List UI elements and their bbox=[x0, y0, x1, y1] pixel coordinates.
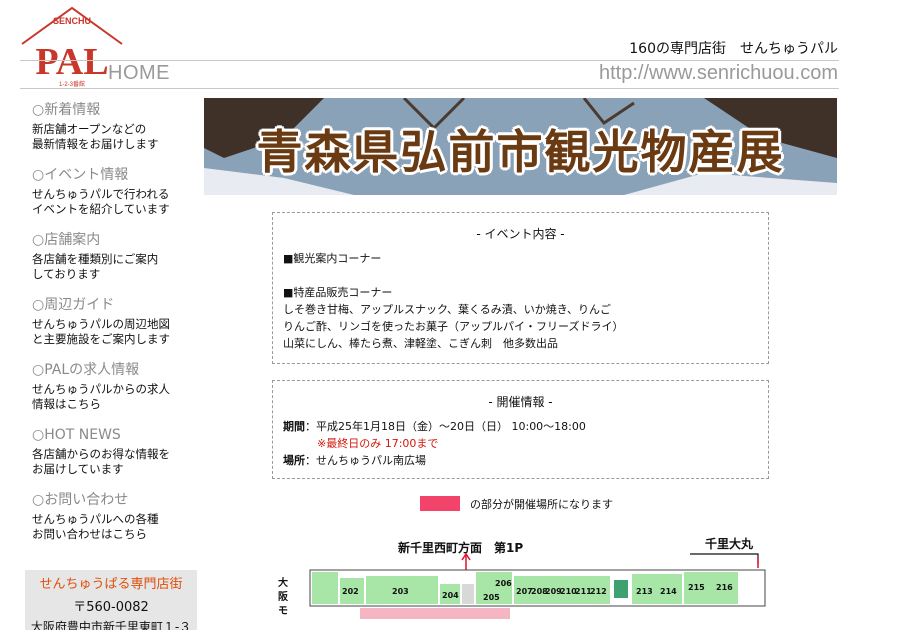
map-top-label: 新千里西町方面 第1P bbox=[398, 540, 523, 555]
sidebar-item-desc: せんちゅうパルの周辺地図 bbox=[32, 317, 170, 331]
map-left-label: 大 bbox=[278, 576, 288, 589]
period-label: 期間 bbox=[283, 420, 305, 433]
sidebar-item-events[interactable]: ○イベント情報 せんちゅうパルで行われる イベントを紹介しています bbox=[32, 166, 200, 217]
map-boundary-line bbox=[690, 553, 759, 564]
event-line-3: しそ巻き甘梅、アップルスナック、葉くるみ漬、いか焼き、りんご bbox=[283, 303, 612, 316]
shop-number: 205 bbox=[483, 593, 500, 602]
sidebar-item-desc: しております bbox=[32, 267, 101, 281]
shop-number: 213 bbox=[636, 587, 653, 596]
sidebar-item-desc: と主要施設をご案内します bbox=[32, 332, 170, 346]
map-restroom bbox=[312, 572, 338, 604]
site-tagline: 160の専門店街 せんちゅうパル bbox=[629, 41, 838, 57]
sidebar-item-title[interactable]: ○新着情報 bbox=[32, 101, 200, 119]
sidebar-item-desc: 最新情報をお届けします bbox=[32, 137, 159, 151]
schedule-box: - 開催情報 - 期間：平成25年1月18日（金）～20日（日） 10:00～1… bbox=[272, 380, 769, 479]
sidebar-item-title[interactable]: ○周辺ガイド bbox=[32, 296, 200, 314]
sidebar-item-desc: せんちゅうパルへの各種 bbox=[32, 512, 159, 526]
sidebar-item-contact[interactable]: ○お問い合わせ せんちゅうパルへの各種 お問い合わせはこちら bbox=[32, 491, 200, 542]
sidebar-item-news[interactable]: ○新着情報 新店舗オープンなどの 最新情報をお届けします bbox=[32, 101, 200, 152]
event-banner: 青森県弘前市観光物産展 bbox=[204, 98, 837, 195]
address-title: せんちゅうぱる専門店街 bbox=[39, 577, 183, 592]
event-line-1: ■観光案内コーナー bbox=[283, 252, 382, 265]
logo-text: PAL bbox=[35, 41, 108, 83]
shop-number: 212 bbox=[590, 587, 607, 596]
place-label: 場所 bbox=[283, 454, 305, 467]
shop-number: 216 bbox=[716, 583, 733, 592]
logo-arc-text: SENCHU bbox=[53, 16, 91, 26]
sidebar-item-desc: 新店舗オープンなどの bbox=[32, 122, 147, 136]
sidebar-item-desc: お届けしています bbox=[32, 462, 124, 476]
venue-color-swatch bbox=[420, 496, 460, 511]
sidebar-item-hot-news[interactable]: ○HOT NEWS 各店舗からのお得な情報を お届けしています bbox=[32, 426, 200, 477]
shop-number: 214 bbox=[660, 587, 677, 596]
address-box: せんちゅうぱる専門店街 〒560-0082 大阪府豊中市新千里東町１-３ bbox=[25, 570, 197, 630]
venue-legend: の部分が開催場所になります bbox=[420, 495, 613, 513]
shop-number: 204 bbox=[442, 591, 459, 600]
event-line-4: りんご酢、リンゴを使ったお菓子（アップルパイ・フリーズドライ） bbox=[283, 320, 624, 333]
shop-number: 203 bbox=[392, 587, 409, 596]
map-stairs bbox=[462, 584, 474, 604]
period-value: ：平成25年1月18日（金）～20日（日） 10:00～18:00 bbox=[305, 420, 586, 433]
map-venue-area bbox=[360, 608, 510, 619]
sidebar-item-desc: 情報はこちら bbox=[32, 397, 101, 411]
map-left-label: 阪 bbox=[278, 590, 289, 603]
shop-number: 206 bbox=[495, 579, 512, 588]
sidebar-item-desc: 各店舗からのお得な情報を bbox=[32, 447, 170, 461]
map-right-label: 千里大丸 bbox=[705, 536, 754, 551]
home-link[interactable]: HOME bbox=[108, 62, 170, 85]
event-box-title: - イベント内容 - bbox=[476, 227, 565, 241]
sidebar-item-desc: お問い合わせはこちら bbox=[32, 527, 147, 541]
period-note: ※最終日のみ 17:00まで bbox=[317, 437, 439, 450]
sidebar-item-title[interactable]: ○店舗案内 bbox=[32, 231, 200, 249]
banner-title: 青森県弘前市観光物産展 bbox=[256, 125, 785, 179]
sidebar-item-desc: せんちゅうパルで行われる bbox=[32, 187, 170, 201]
header-divider-bottom bbox=[20, 88, 839, 89]
sidebar-item-guide[interactable]: ○周辺ガイド せんちゅうパルの周辺地図 と主要施設をご案内します bbox=[32, 296, 200, 347]
sidebar-item-title[interactable]: ○PALの求人情報 bbox=[32, 361, 200, 379]
sidebar-item-shops[interactable]: ○店舗案内 各店舗を種類別にご案内 しております bbox=[32, 231, 200, 282]
sidebar-item-desc: イベントを紹介しています bbox=[32, 202, 170, 216]
sidebar-item-title[interactable]: ○イベント情報 bbox=[32, 166, 200, 184]
place-value: ：せんちゅうパル南広場 bbox=[305, 454, 426, 467]
event-line-2: ■特産品販売コーナー bbox=[283, 286, 393, 299]
address-line: 大阪府豊中市新千里東町１-３ bbox=[30, 620, 192, 630]
sidebar-item-title[interactable]: ○お問い合わせ bbox=[32, 491, 200, 509]
sidebar-item-jobs[interactable]: ○PALの求人情報 せんちゅうパルからの求人 情報はこちら bbox=[32, 361, 200, 412]
event-content-box: - イベント内容 - ■観光案内コーナー ■特産品販売コーナー しそ巻き甘梅、ア… bbox=[272, 212, 769, 364]
map-left-label: モ bbox=[278, 606, 288, 617]
event-line-5: 山菜にしん、棒たら煮、津軽塗、こぎん刺 他多数出品 bbox=[283, 337, 558, 350]
logo-sub: 1-2-3番館 bbox=[59, 80, 85, 88]
venue-map: 新千里西町方面 第1P 千里大丸 大 阪 モ 202 203 204 20520620… bbox=[278, 536, 766, 619]
map-elevator bbox=[614, 580, 628, 598]
sidebar-item-title[interactable]: ○HOT NEWS bbox=[32, 426, 200, 444]
sidebar-item-desc: 各店舗を種類別にご案内 bbox=[32, 252, 159, 266]
schedule-box-title: - 開催情報 - bbox=[488, 395, 553, 409]
address-zip: 〒560-0082 bbox=[73, 600, 149, 615]
legend-text: の部分が開催場所になります bbox=[470, 498, 613, 511]
site-url[interactable]: http://www.senrichuou.com bbox=[470, 62, 838, 85]
shop-number: 202 bbox=[342, 587, 359, 596]
header-divider-top bbox=[20, 60, 839, 61]
sidebar-item-desc: せんちゅうパルからの求人 bbox=[32, 382, 170, 396]
shop-number: 215 bbox=[688, 583, 705, 592]
